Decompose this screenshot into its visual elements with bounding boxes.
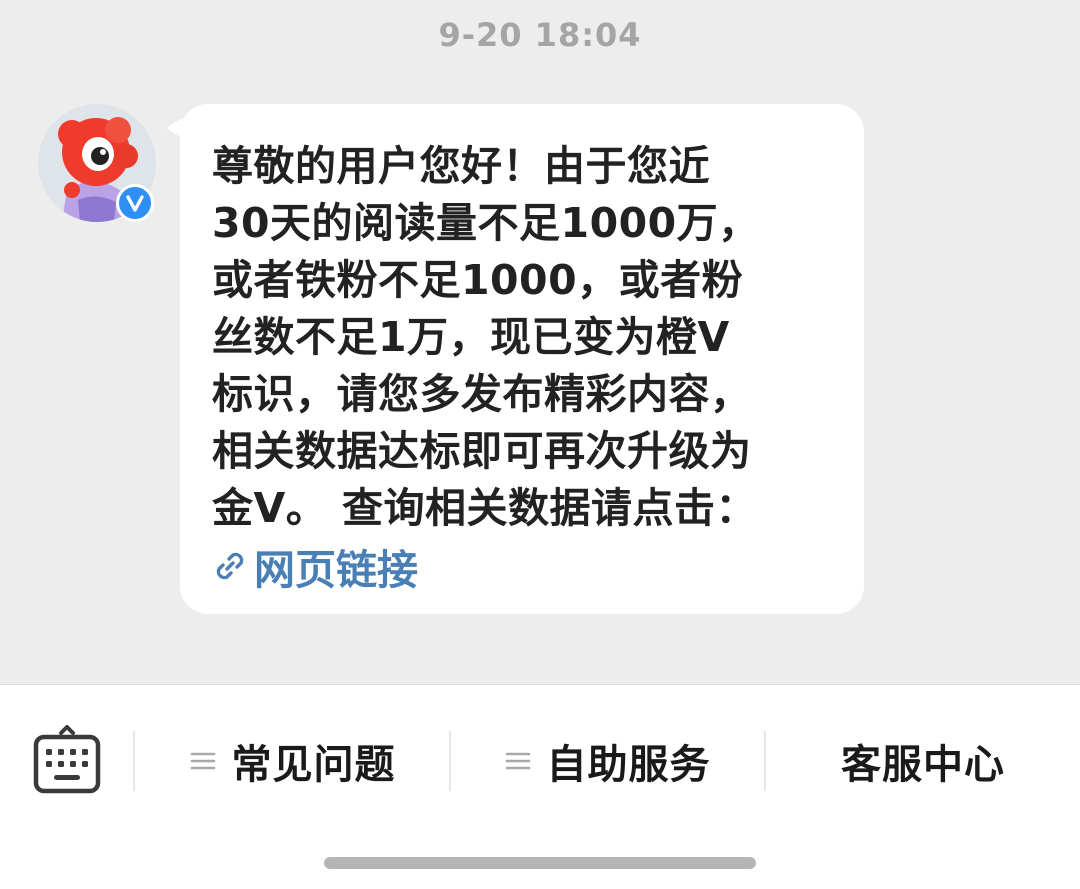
menu-lines-icon	[505, 752, 530, 770]
keyboard-toggle-button[interactable]	[32, 725, 102, 794]
web-link-label[interactable]: 网页链接	[254, 536, 418, 596]
home-indicator[interactable]	[324, 857, 756, 869]
verified-check-icon	[126, 195, 144, 212]
menu-divider	[133, 731, 135, 791]
self-service-menu-label: 自助服务	[546, 742, 711, 788]
message-bubble: 尊敬的用户您好！由于您近 30天的阅读量不足1000万， 或者铁粉不足1000，…	[180, 104, 864, 614]
customer-service-center-button[interactable]: 客服中心	[766, 729, 1080, 793]
faq-menu-button[interactable]: 常见问题	[136, 729, 449, 793]
customer-service-center-label: 客服中心	[841, 742, 1005, 788]
web-link[interactable]: 网页链接	[212, 537, 836, 594]
message-timestamp: 9-20 18:04	[438, 16, 642, 54]
bottom-menu-bar: 常见问题 自助服务 客服中心	[0, 684, 1080, 889]
chat-area: 9-20 18:04 尊敬的用户您好！由于您近 30天的阅读量不足1000万， …	[0, 0, 1080, 684]
verified-v-badge-icon	[116, 184, 154, 222]
message-text: 尊敬的用户您好！由于您近 30天的阅读量不足1000万， 或者铁粉不足1000，…	[212, 142, 760, 532]
menu-lines-icon	[190, 752, 215, 770]
keyboard-icon	[33, 725, 101, 794]
faq-menu-label: 常见问题	[231, 742, 396, 788]
self-service-menu-button[interactable]: 自助服务	[451, 729, 764, 793]
link-icon	[216, 552, 244, 579]
